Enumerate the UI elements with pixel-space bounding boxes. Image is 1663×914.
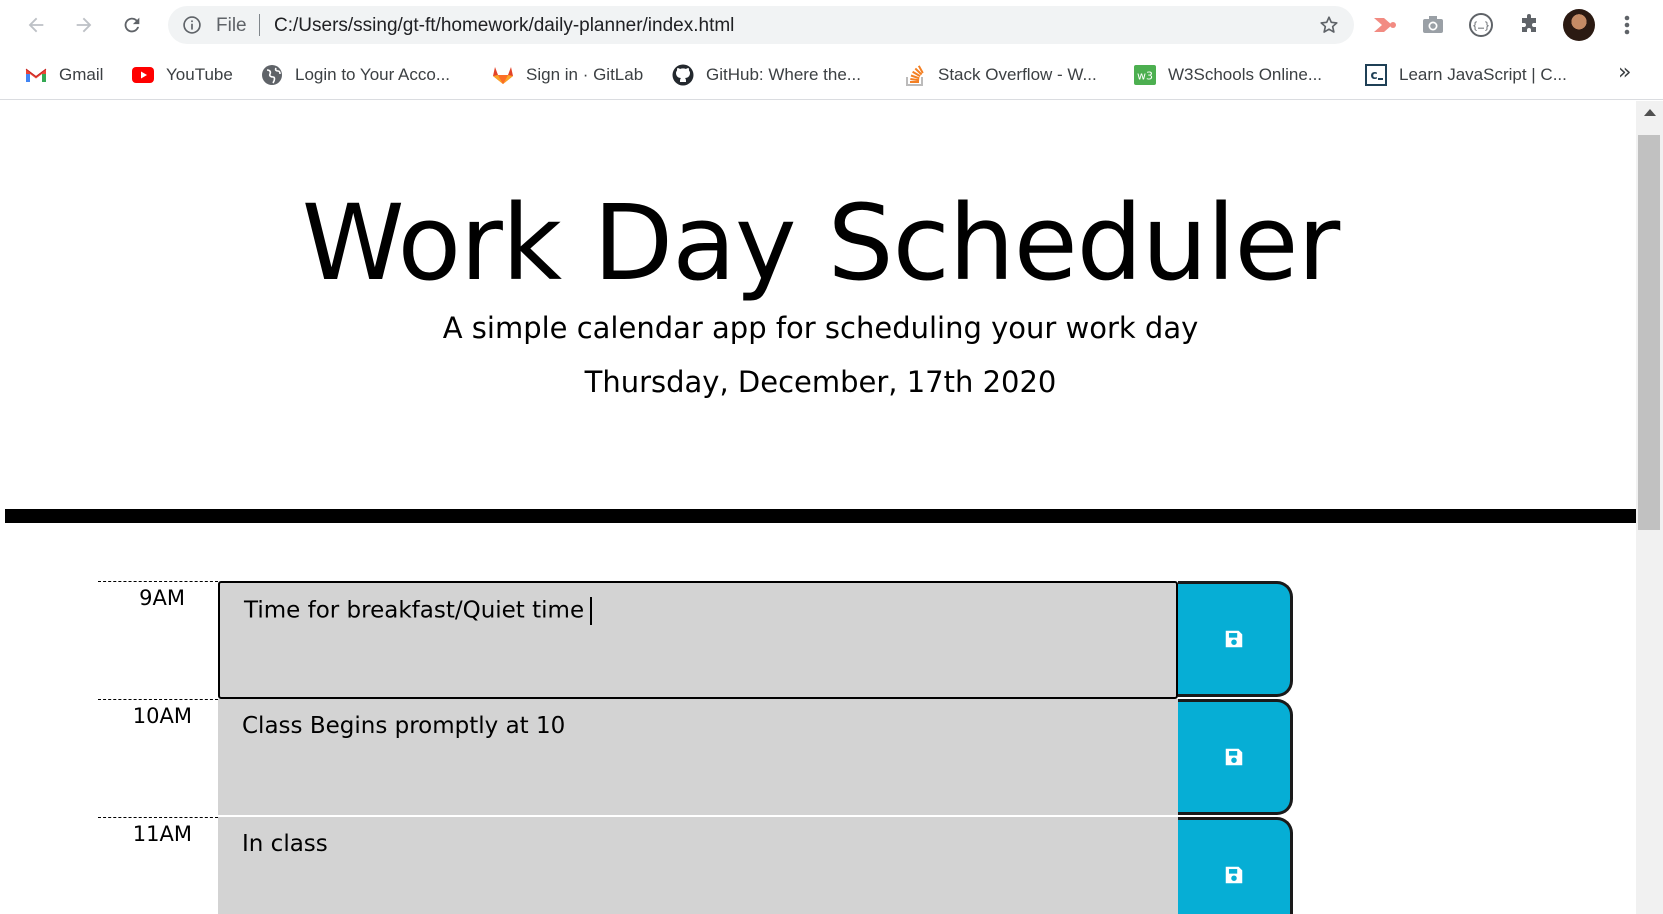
url-separator (259, 14, 260, 36)
hour-label: 11AM (98, 817, 218, 914)
info-icon[interactable] (182, 15, 202, 39)
codecademy-icon: c (1365, 64, 1387, 86)
reload-icon (124, 17, 140, 33)
bookmark-gitlab[interactable]: Sign in · GitLab (492, 62, 643, 88)
event-text: In class (242, 831, 328, 857)
bookmark-github[interactable]: GitHub: Where the... (672, 62, 861, 88)
event-description-input[interactable]: Time for breakfast/Quiet time (218, 581, 1178, 699)
youtube-icon (132, 64, 154, 86)
bookmark-login[interactable]: Login to Your Acco... (261, 62, 450, 88)
page-subtitle: A simple calendar app for scheduling you… (442, 311, 1199, 345)
gitlab-icon (492, 64, 514, 86)
time-block-row: 10AM Class Begins promptly at 10 (5, 699, 1636, 817)
bookmark-label: Stack Overflow - W... (938, 65, 1097, 84)
globe-icon (261, 64, 283, 86)
bookmark-label: Login to Your Acco... (295, 65, 451, 84)
bookmark-star-icon[interactable] (1318, 14, 1340, 40)
json-extension-icon[interactable]: {…} (1466, 10, 1496, 40)
current-date: Thursday, December, 17th 2020 (584, 365, 1057, 399)
gmail-icon (25, 64, 47, 86)
address-bar[interactable]: File C:/Users/ssing/gt-ft/homework/daily… (168, 6, 1354, 44)
back-button[interactable] (19, 8, 53, 42)
bookmark-label: Sign in · GitLab (526, 65, 644, 84)
url-scheme-label: File (216, 15, 247, 36)
camera-extension-icon[interactable] (1418, 10, 1448, 40)
bookmark-w3schools[interactable]: w3 W3Schools Online... (1134, 62, 1322, 88)
bookmark-label: Learn JavaScript | C... (1399, 65, 1567, 84)
hour-label: 10AM (98, 699, 218, 817)
svg-text:w3: w3 (1137, 70, 1153, 83)
scrollbar-thumb[interactable] (1638, 135, 1660, 530)
stackoverflow-icon (904, 64, 926, 86)
bookmark-youtube[interactable]: YouTube (132, 62, 233, 88)
arrow-right-icon (76, 17, 92, 33)
event-text: Class Begins promptly at 10 (242, 713, 566, 739)
scroll-up-arrow-icon[interactable] (1644, 109, 1656, 116)
bookmark-label: W3Schools Online... (1168, 65, 1323, 84)
bookmark-stackoverflow[interactable]: Stack Overflow - W... (904, 62, 1097, 88)
event-description-input[interactable]: Class Begins promptly at 10 (218, 699, 1178, 817)
browser-toolbar: File C:/Users/ssing/gt-ft/homework/daily… (0, 0, 1663, 50)
puzzle-extensions-icon[interactable] (1514, 10, 1544, 40)
profile-avatar[interactable] (1563, 9, 1595, 41)
bookmark-label: Gmail (59, 65, 104, 84)
event-description-input[interactable]: In class (218, 817, 1178, 914)
time-block-row: 11AM In class (5, 817, 1636, 914)
reload-button[interactable] (115, 8, 149, 42)
jumbotron-header: Work Day Scheduler A simple calendar app… (5, 101, 1636, 523)
floppy-disk-icon (1225, 866, 1243, 884)
github-icon (672, 64, 694, 86)
text-caret (590, 597, 593, 625)
bookmark-label: YouTube (166, 65, 233, 84)
url-text[interactable]: C:/Users/ssing/gt-ft/homework/daily-plan… (274, 15, 734, 37)
save-button[interactable] (1178, 699, 1293, 815)
page-viewport: Work Day Scheduler A simple calendar app… (5, 101, 1636, 914)
cast-extension-icon[interactable] (1370, 10, 1400, 40)
hour-label: 9AM (98, 581, 218, 699)
event-text: Time for breakfast/Quiet time (244, 597, 585, 624)
bookmark-label: GitHub: Where the... (706, 65, 861, 84)
svg-text:c: c (1370, 68, 1377, 82)
more-bookmarks-button[interactable]: » (1618, 60, 1631, 85)
page-title: Work Day Scheduler (301, 182, 1341, 304)
floppy-disk-icon (1225, 630, 1243, 648)
bookmark-codecademy[interactable]: c Learn JavaScript | C... (1365, 62, 1567, 88)
svg-text:{…}: {…} (1472, 21, 1490, 32)
bookmark-gmail[interactable]: Gmail (25, 62, 103, 88)
time-block-row: 9AM Time for breakfast/Quiet time (5, 581, 1636, 699)
w3schools-icon: w3 (1134, 64, 1156, 86)
floppy-disk-icon (1225, 748, 1243, 766)
vertical-scrollbar[interactable] (1636, 101, 1663, 914)
forward-button[interactable] (67, 8, 101, 42)
arrow-left-icon (28, 17, 44, 33)
save-button[interactable] (1178, 817, 1293, 914)
bookmarks-bar: Gmail YouTube Login to Your Acco... Sign… (0, 50, 1663, 100)
kebab-menu-icon[interactable] (1612, 10, 1642, 40)
save-button[interactable] (1178, 581, 1293, 697)
